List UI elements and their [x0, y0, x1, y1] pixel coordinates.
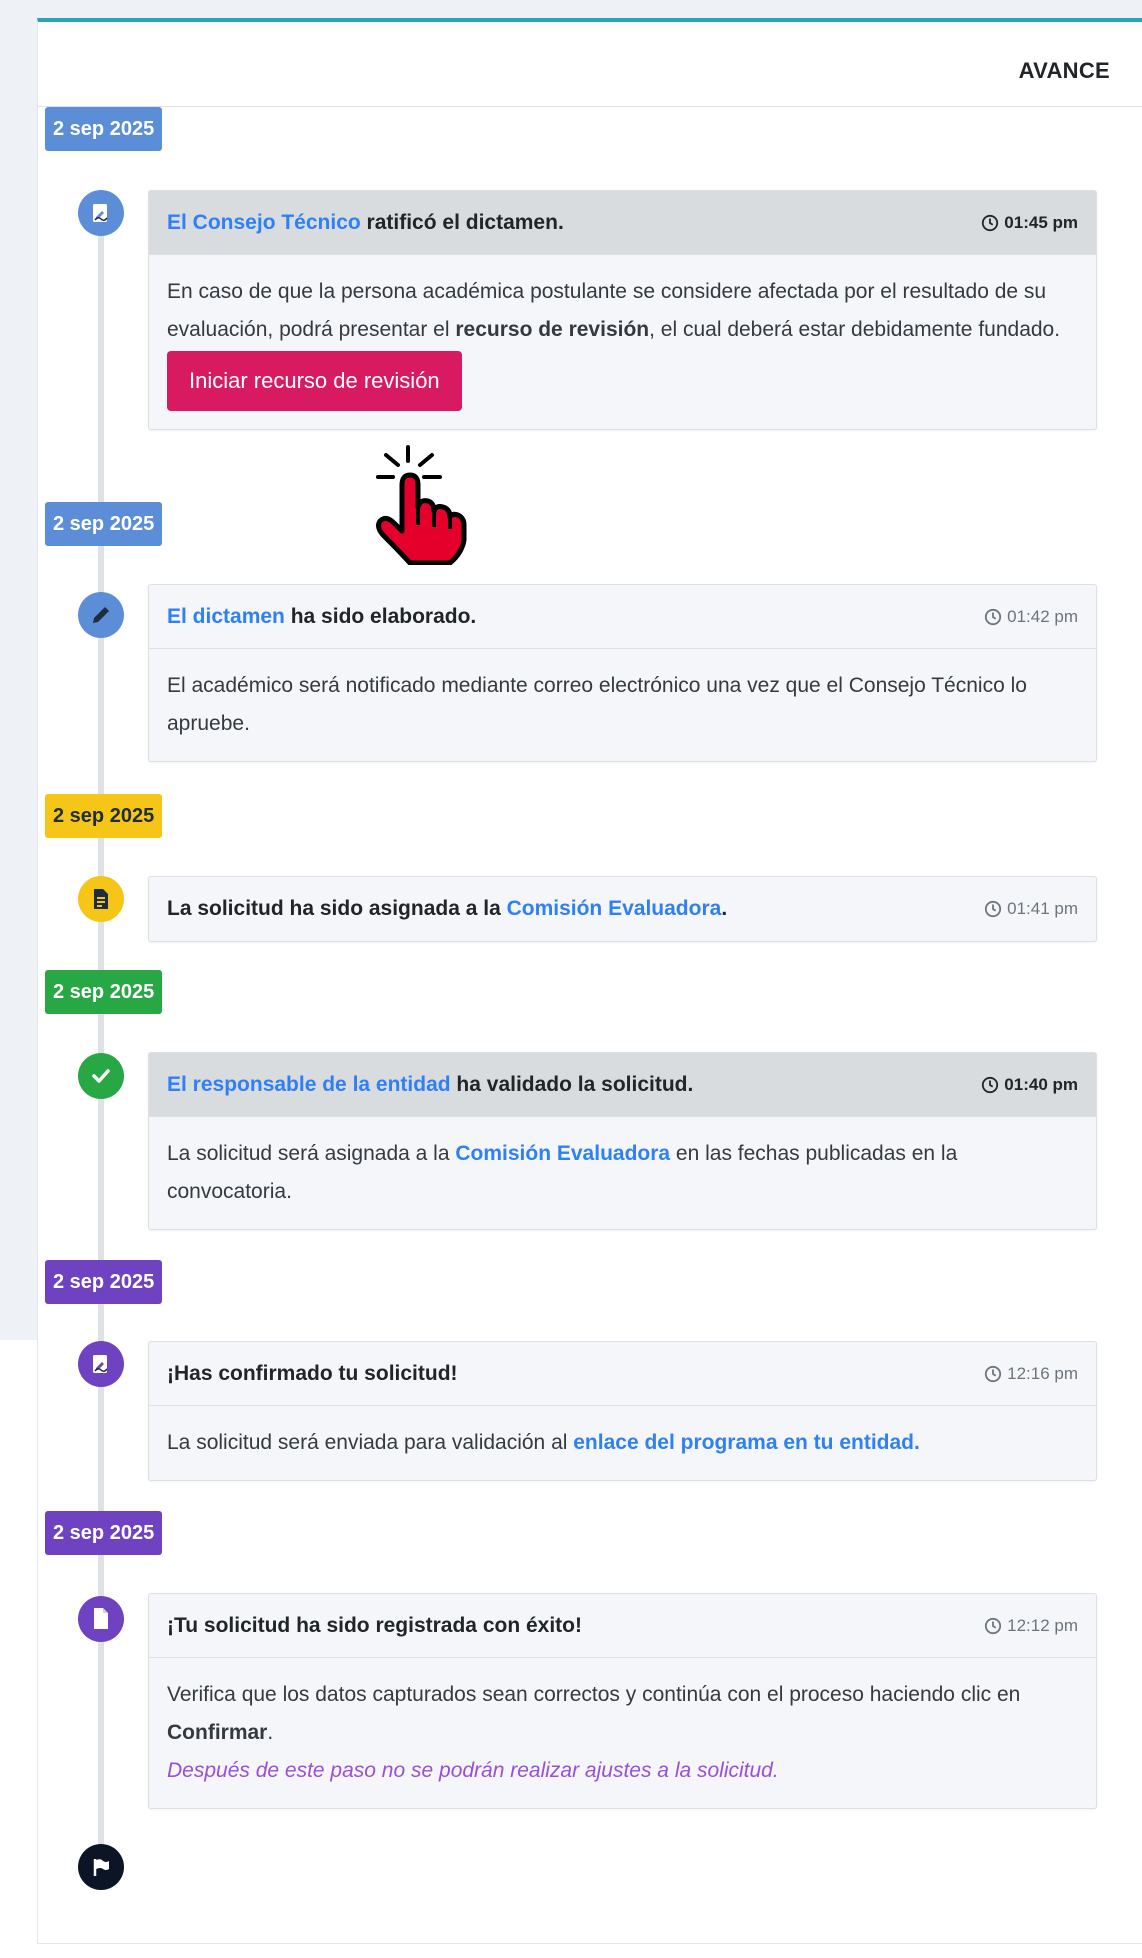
clock-icon: [982, 1076, 999, 1094]
card-title-text: ha validado la solicitud.: [450, 1072, 694, 1096]
pointing-hand-icon: [376, 445, 467, 565]
date-badge: 2 sep 2025: [45, 502, 163, 546]
clock-icon: [985, 1365, 1002, 1383]
body-text: La solicitud será enviada para validació…: [167, 1431, 574, 1454]
timestamp-text: 01:40 pm: [1004, 1075, 1078, 1094]
card-header: ¡Has confirmado tu solicitud! 12:16 pm: [149, 1342, 1096, 1406]
card-title-text: .: [721, 897, 728, 920]
card-body: El académico será notificado mediante co…: [167, 674, 1027, 735]
document-icon: [78, 876, 124, 922]
timestamp: 01:41 pm: [984, 877, 1078, 941]
page-background-left: [0, 0, 37, 1340]
card-title: El responsable de la entidad ha validado…: [167, 1073, 693, 1097]
clock-icon: [985, 1617, 1002, 1635]
timestamp: 01:40 pm: [981, 1053, 1078, 1117]
comision-evaluadora-link[interactable]: Comisión Evaluadora: [455, 1142, 670, 1165]
card-header: ¡Tu solicitud ha sido registrada con éxi…: [149, 1594, 1096, 1658]
card-header: El Consejo Técnico ratificó el dictamen.…: [149, 191, 1096, 255]
timestamp: 01:42 pm: [984, 585, 1078, 649]
warning-note: Después de este paso no se podrán realiz…: [167, 1759, 779, 1782]
card-header: El dictamen ha sido elaborado. 01:42 pm: [149, 585, 1096, 649]
clock-icon: [985, 608, 1002, 626]
card-header: La solicitud ha sido asignada a la Comis…: [149, 877, 1096, 941]
enlace-programa-link[interactable]: enlace del programa en tu entidad.: [573, 1431, 920, 1454]
timestamp-text: 01:41 pm: [1007, 899, 1078, 918]
card-body: Verifica que los datos capturados sean c…: [149, 1658, 1096, 1808]
date-badge: 2 sep 2025: [45, 1511, 163, 1555]
card-body: En caso de que la persona académica post…: [149, 255, 1096, 429]
signature-icon: [78, 1341, 124, 1387]
card-title: El dictamen ha sido elaborado.: [167, 605, 476, 629]
pencil-icon: [78, 592, 124, 638]
timeline-card: El responsable de la entidad ha validado…: [148, 1052, 1097, 1230]
timestamp-text: 12:16 pm: [1007, 1364, 1078, 1383]
timestamp: 12:16 pm: [984, 1342, 1078, 1406]
card-title-text: ha sido elaborado.: [284, 604, 477, 628]
card-title: La solicitud ha sido asignada a la Comis…: [167, 897, 727, 921]
date-badge: 2 sep 2025: [45, 107, 163, 151]
timeline-card: El dictamen ha sido elaborado. 01:42 pm …: [148, 584, 1097, 762]
panel-title: AVANCE: [1018, 58, 1110, 83]
timestamp: 12:12 pm: [984, 1594, 1078, 1658]
timestamp-text: 01:42 pm: [1007, 607, 1078, 626]
panel-header: AVANCE: [38, 22, 1142, 107]
card-title-text: ratificó el dictamen.: [360, 210, 564, 234]
consejo-tecnico-link[interactable]: El Consejo Técnico: [167, 211, 361, 234]
comision-evaluadora-link[interactable]: Comisión Evaluadora: [507, 897, 722, 920]
date-badge: 2 sep 2025: [45, 794, 163, 838]
timeline-card: ¡Has confirmado tu solicitud! 12:16 pm L…: [148, 1341, 1097, 1481]
body-text: .: [267, 1721, 274, 1744]
date-badge: 2 sep 2025: [45, 1260, 163, 1304]
flag-icon: [78, 1844, 124, 1890]
responsable-entidad-link[interactable]: El responsable de la entidad: [167, 1073, 451, 1096]
check-icon: [78, 1053, 124, 1099]
timeline-card: La solicitud ha sido asignada a la Comis…: [148, 876, 1097, 942]
timestamp: 01:45 pm: [981, 191, 1078, 255]
signature-icon: [78, 190, 124, 236]
timeline-card: El Consejo Técnico ratificó el dictamen.…: [148, 190, 1097, 430]
date-badge: 2 sep 2025: [45, 970, 163, 1014]
card-title: ¡Has confirmado tu solicitud!: [167, 1361, 458, 1385]
timestamp-text: 12:12 pm: [1007, 1616, 1078, 1635]
body-text: La solicitud será asignada a la: [167, 1142, 456, 1165]
card-title: El Consejo Técnico ratificó el dictamen.: [167, 211, 564, 235]
dictamen-link[interactable]: El dictamen: [167, 605, 285, 628]
body-text: , el cual deberá estar debidamente funda…: [649, 318, 1061, 341]
clock-icon: [985, 900, 1002, 918]
body-text: Verifica que los datos capturados sean c…: [167, 1683, 1021, 1706]
file-icon: [78, 1596, 124, 1642]
body-bold: recurso de revisión: [455, 318, 650, 341]
card-title: ¡Tu solicitud ha sido registrada con éxi…: [167, 1613, 582, 1637]
start-review-button[interactable]: Iniciar recurso de revisión: [167, 351, 462, 411]
card-header: El responsable de la entidad ha validado…: [149, 1053, 1096, 1117]
timestamp-text: 01:45 pm: [1004, 213, 1078, 232]
card-body: La solicitud será asignada a la Comisión…: [149, 1117, 1096, 1229]
clock-icon: [982, 214, 999, 232]
timeline-card: ¡Tu solicitud ha sido registrada con éxi…: [148, 1593, 1097, 1809]
page-background: [0, 0, 1142, 20]
card-title-text: La solicitud ha sido asignada a la: [167, 897, 507, 920]
card-body: La solicitud será enviada para validació…: [149, 1406, 1096, 1480]
confirm-keyword: Confirmar: [167, 1721, 268, 1744]
